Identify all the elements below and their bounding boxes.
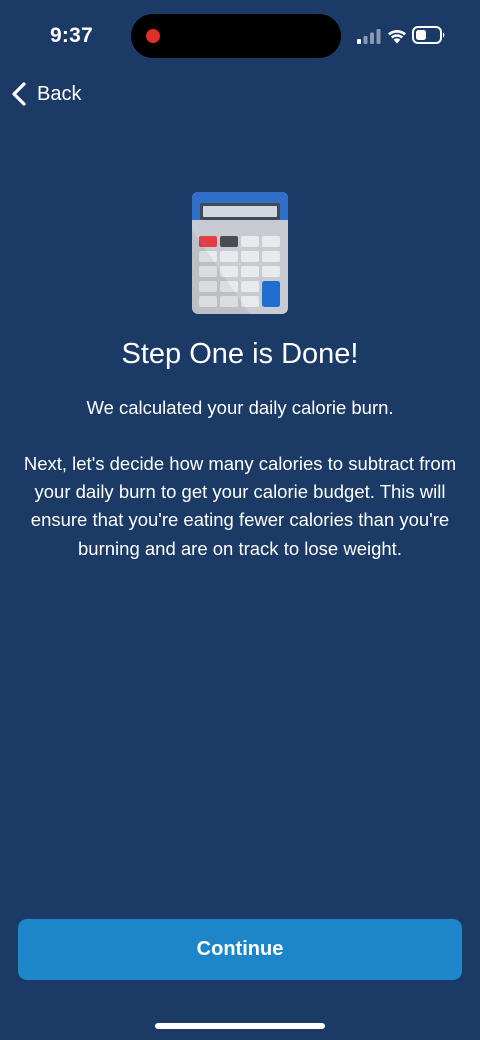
recording-dot-icon [146, 29, 160, 43]
chevron-left-icon [12, 82, 26, 106]
page-title: Step One is Done! [121, 338, 359, 370]
subtitle-text: We calculated your daily calorie burn. [86, 397, 394, 418]
calculator-icon [192, 192, 288, 314]
back-button[interactable]: Back [10, 78, 81, 110]
battery-icon [412, 26, 445, 44]
dynamic-island [131, 14, 341, 58]
body-text: Next, let's decide how many calories to … [23, 453, 457, 559]
back-label: Back [37, 82, 82, 105]
home-indicator [155, 1023, 325, 1029]
cellular-signal-icon [357, 29, 381, 44]
status-bar: 9:37 [0, 0, 480, 72]
continue-button[interactable]: Continue [18, 919, 462, 980]
status-time: 9:37 [50, 24, 93, 47]
wifi-icon [388, 29, 406, 44]
